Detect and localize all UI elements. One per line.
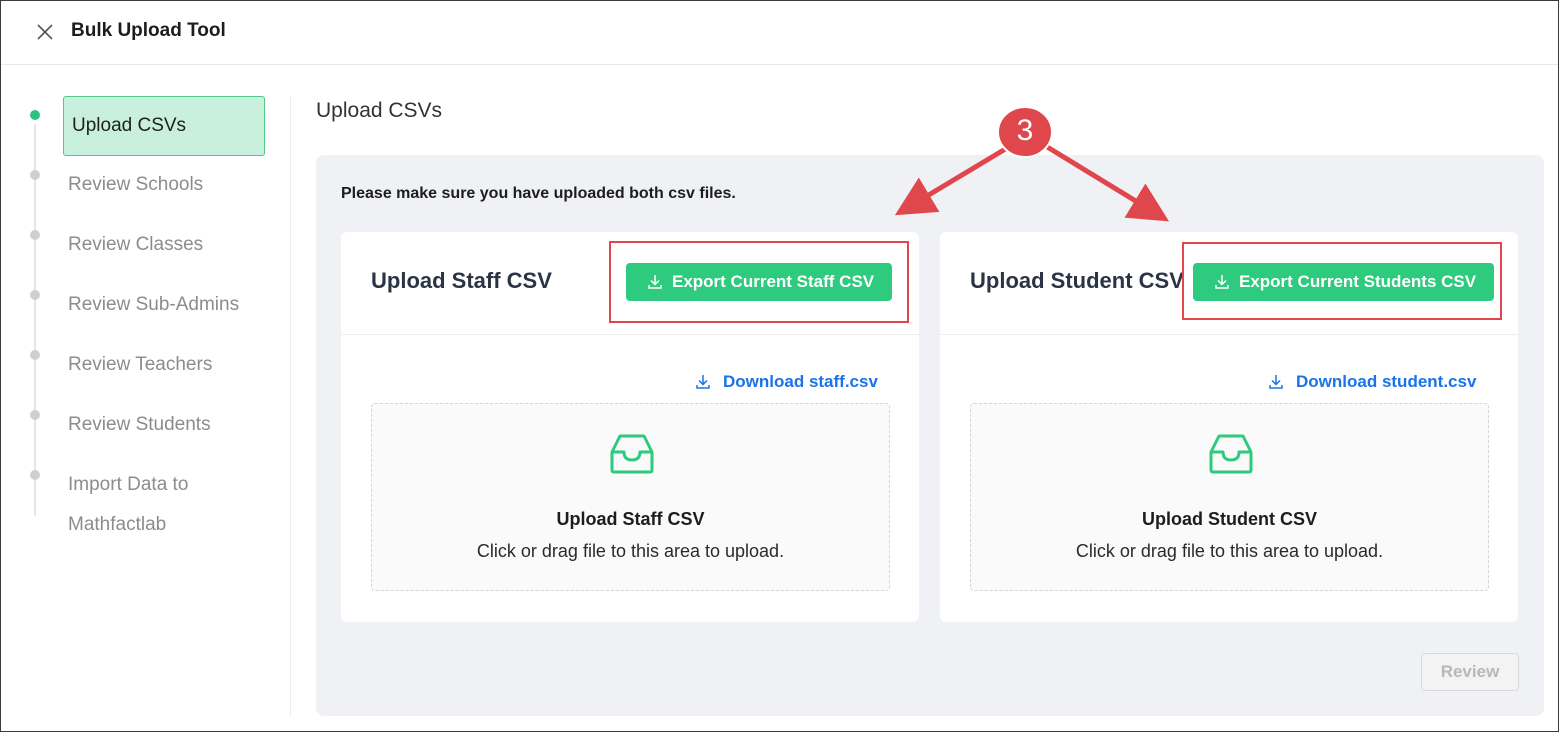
step-review-sub-admins[interactable]: Review Sub-Admins (68, 285, 239, 325)
close-icon[interactable] (34, 21, 56, 43)
step-dot (30, 470, 40, 480)
step-dot (30, 410, 40, 420)
step-import-data-line2[interactable]: Mathfactlab (68, 505, 166, 545)
notice-text: Please make sure you have uploaded both … (341, 185, 736, 202)
highlight-box-staff (609, 241, 909, 323)
dropzone-title: Upload Staff CSV (556, 509, 705, 529)
download-student-link[interactable]: Download student.csv (1268, 372, 1476, 392)
review-button[interactable]: Review (1421, 653, 1519, 691)
dropzone-title: Upload Student CSV (1142, 509, 1317, 529)
step-dot-active (30, 110, 40, 120)
step-import-data-line1[interactable]: Import Data to (68, 465, 188, 505)
inbox-icon (1209, 434, 1253, 474)
download-staff-link[interactable]: Download staff.csv (695, 372, 878, 392)
highlight-box-students (1182, 242, 1502, 320)
dropzone-hint: Click or drag file to this area to uploa… (476, 541, 785, 561)
stepper-line (34, 124, 36, 516)
step-label-upload-csvs: Upload CSVs (72, 115, 187, 136)
step-dot (30, 230, 40, 240)
download-student-label: Download student.csv (1296, 372, 1477, 391)
step-review-teachers[interactable]: Review Teachers (68, 345, 212, 385)
app-title: Bulk Upload Tool (71, 20, 226, 41)
download-staff-label: Download staff.csv (723, 372, 878, 391)
dropzone-hint: Click or drag file to this area to uploa… (1075, 541, 1384, 561)
download-icon (1269, 375, 1283, 389)
step-review-students[interactable]: Review Students (68, 405, 211, 445)
header: Bulk Upload Tool (1, 1, 1558, 65)
card-title: Upload Student CSV (970, 268, 1184, 293)
page-title: Upload CSVs (316, 99, 443, 122)
callout-number: 3 (1016, 114, 1034, 147)
download-icon (696, 375, 710, 389)
card-title: Upload Staff CSV (371, 268, 552, 293)
inbox-icon (610, 434, 654, 474)
step-review-classes[interactable]: Review Classes (68, 225, 203, 265)
step-dot (30, 350, 40, 360)
step-dot (30, 170, 40, 180)
step-dot (30, 290, 40, 300)
step-review-schools[interactable]: Review Schools (68, 165, 203, 205)
divider (290, 96, 291, 716)
staff-dropzone[interactable]: Upload Staff CSV Click or drag file to t… (371, 403, 890, 591)
stepper: Upload CSVs Review Schools Review Classe… (0, 66, 290, 716)
student-dropzone[interactable]: Upload Student CSV Click or drag file to… (970, 403, 1489, 591)
